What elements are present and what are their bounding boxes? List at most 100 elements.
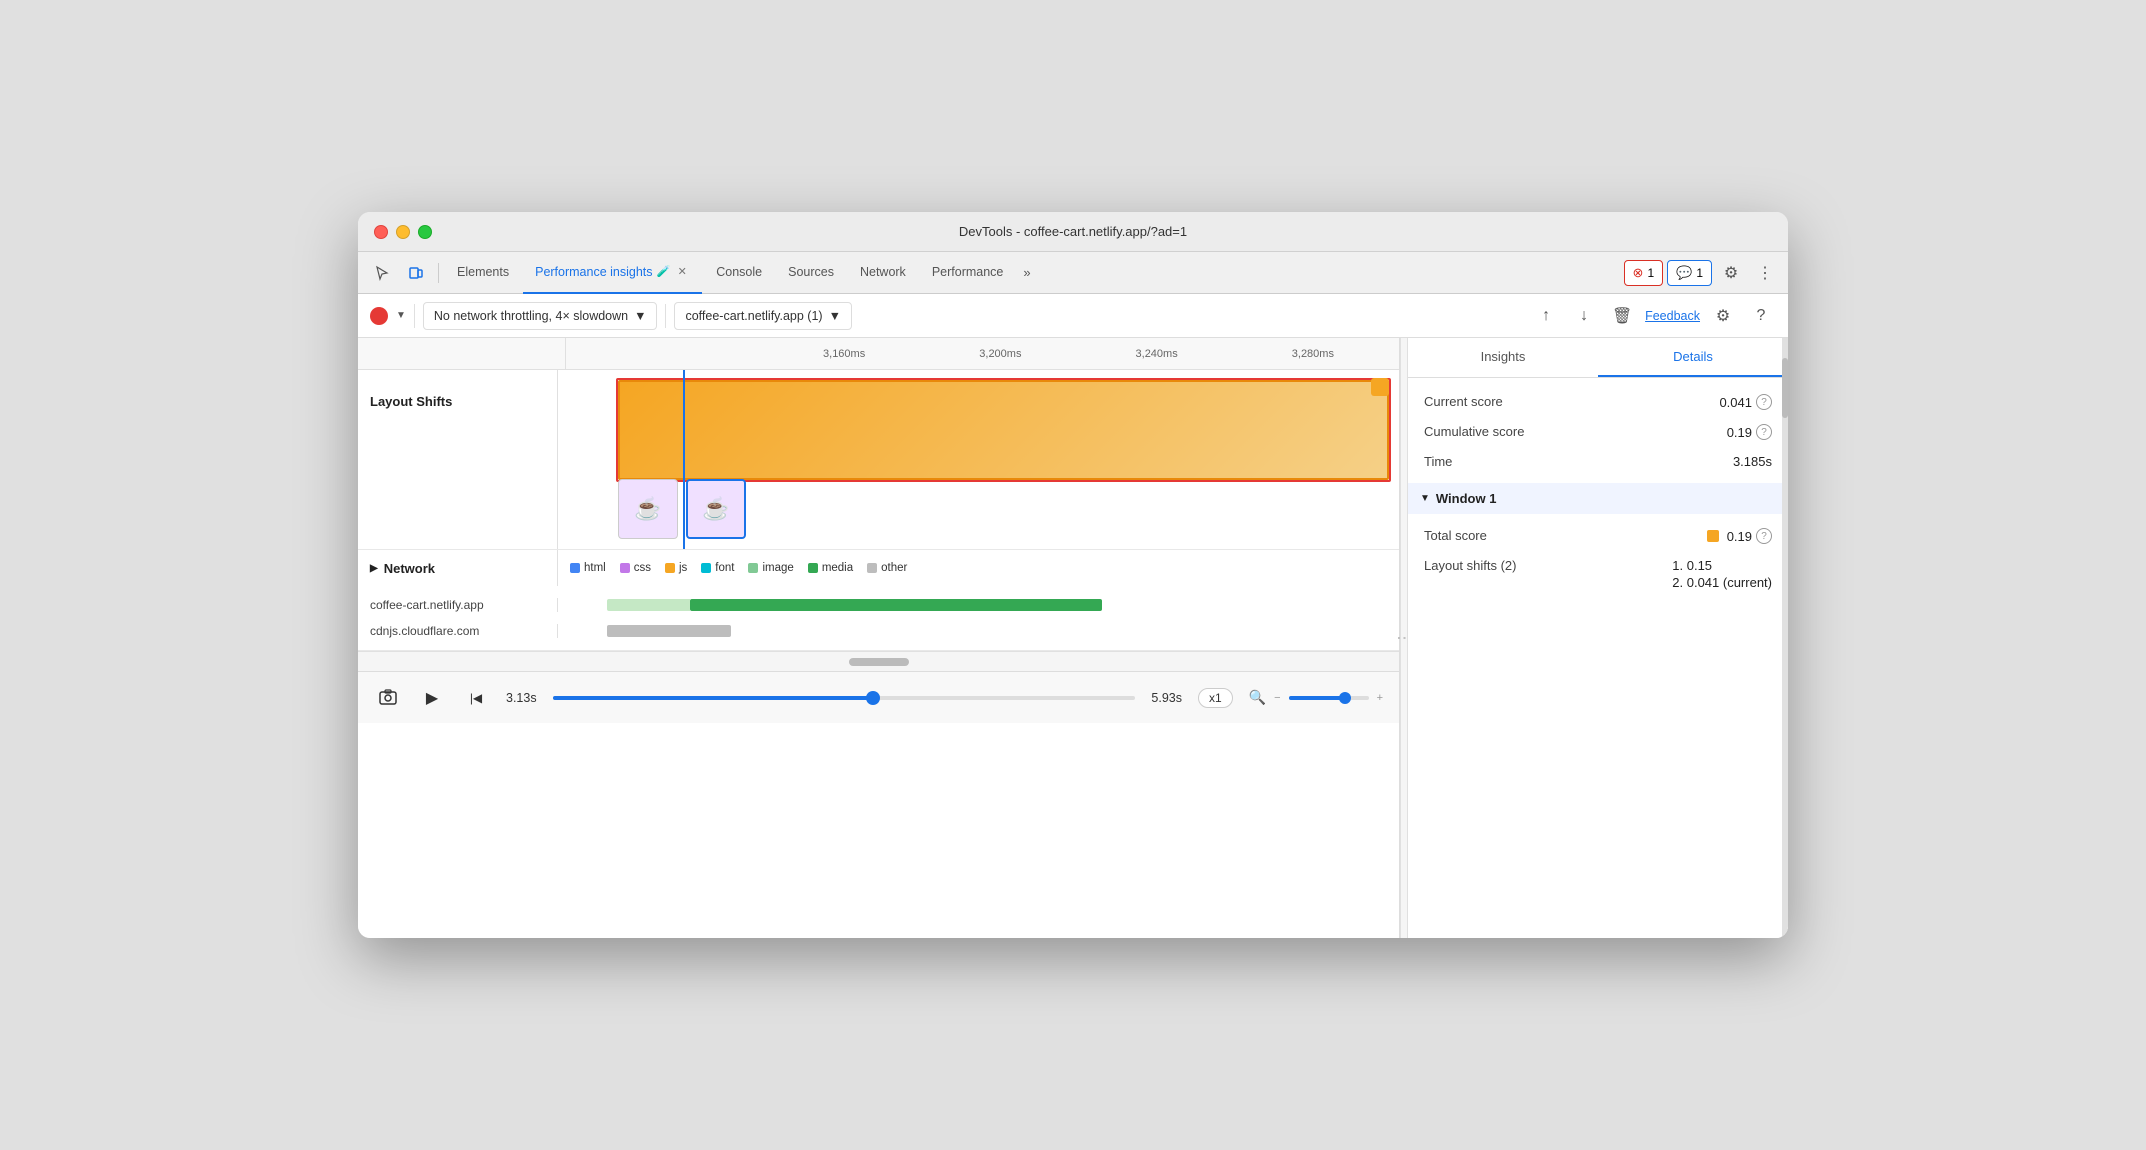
more-options-icon[interactable]: ⋮ <box>1750 258 1780 288</box>
tab-insights[interactable]: Insights <box>1408 338 1598 377</box>
network-collapse-icon[interactable]: ▶ <box>370 563 378 574</box>
network-bars-area: coffee-cart.netlify.app cdnjs.cloudflare… <box>358 586 1399 650</box>
timeline-bottom: ▶ |◀ 3.13s 5.93s x1 🔍 − + <box>358 671 1399 723</box>
feedback-link[interactable]: Feedback <box>1645 309 1700 323</box>
right-scrollbar-thumb[interactable] <box>1782 358 1788 418</box>
play-button[interactable]: ▶ <box>418 684 446 712</box>
right-tabs: Insights Details <box>1408 338 1788 378</box>
time-slider[interactable] <box>553 696 1136 700</box>
tab-console[interactable]: Console <box>704 252 774 294</box>
experiment-icon: 🧪 <box>657 265 671 278</box>
tab-elements[interactable]: Elements <box>445 252 521 294</box>
tab-close-button[interactable]: ✕ <box>674 264 690 280</box>
legend-dot-font <box>701 563 711 573</box>
cumulative-score-value: 0.19 ? <box>1727 424 1772 440</box>
net-bar-main-1 <box>690 599 1103 611</box>
current-score-info-icon[interactable]: ? <box>1756 394 1772 410</box>
record-button[interactable] <box>370 307 388 325</box>
speed-badge[interactable]: x1 <box>1198 688 1233 708</box>
delete-icon[interactable]: 🗑 <box>1607 301 1637 331</box>
ls-item-2: 2. 0.041 (current) <box>1672 575 1772 590</box>
upload-icon[interactable]: ↑ <box>1531 301 1561 331</box>
layout-shifts-chart[interactable]: ☕ ☕ <box>558 370 1399 549</box>
legend-dot-html <box>570 563 580 573</box>
more-tabs-button[interactable]: » <box>1017 265 1036 280</box>
tab-details[interactable]: Details <box>1598 338 1788 377</box>
zoom-out-icon[interactable]: 🔍 <box>1249 689 1266 706</box>
tab-bar: Elements Performance insights 🧪 ✕ Consol… <box>358 252 1788 294</box>
device-icon[interactable] <box>400 257 432 289</box>
net-bar-wrapper-2 <box>566 625 1391 637</box>
tab-performance[interactable]: Performance <box>920 252 1016 294</box>
total-score-info-icon[interactable]: ? <box>1756 528 1772 544</box>
main-content: 3,160ms 3,200ms 3,240ms 3,280ms Layout S… <box>358 338 1788 938</box>
network-domain-row-1: coffee-cart.netlify.app <box>358 594 1399 616</box>
time-slider-thumb[interactable] <box>866 691 880 705</box>
ls-item-1: 1. 0.15 <box>1672 558 1772 573</box>
domain-label-2: cdnjs.cloudflare.com <box>358 624 558 638</box>
start-button[interactable]: |◀ <box>462 684 490 712</box>
throttle-dropdown[interactable]: No network throttling, 4× slowdown ▼ <box>423 302 658 330</box>
toolbar-settings-icon[interactable]: ⚙ <box>1708 301 1738 331</box>
legend-other: other <box>867 562 907 574</box>
legend-media: media <box>808 562 853 574</box>
panel-resize-handle[interactable]: ⋮ <box>1400 338 1408 938</box>
zoom-slider-thumb[interactable] <box>1339 692 1351 704</box>
time-start-label: 3.13s <box>506 691 537 705</box>
legend-dot-css <box>620 563 630 573</box>
tab-bar-right: ⊗ 1 💬 1 ⚙ ⋮ <box>1624 258 1780 288</box>
help-icon[interactable]: ? <box>1746 301 1776 331</box>
layout-shifts-row: Layout Shifts ☕ <box>358 370 1399 550</box>
net-bar-wrapper-1 <box>566 599 1391 611</box>
cursor-icon[interactable] <box>366 257 398 289</box>
record-chevron-icon[interactable]: ▼ <box>396 310 406 321</box>
right-scrollbar[interactable] <box>1782 338 1788 938</box>
network-legend: html css js font <box>558 562 919 574</box>
net-bar-2 <box>607 625 731 637</box>
network-label: ▶ Network <box>358 550 558 586</box>
thumbnail-1[interactable]: ☕ <box>618 479 678 539</box>
toolbar: ▼ No network throttling, 4× slowdown ▼ c… <box>358 294 1788 338</box>
window-title: DevTools - coffee-cart.netlify.app/?ad=1 <box>959 224 1187 239</box>
vertical-line <box>683 370 685 549</box>
zoom-slider[interactable] <box>1289 696 1369 700</box>
tab-network[interactable]: Network <box>848 252 918 294</box>
close-button[interactable] <box>374 225 388 239</box>
devtools-window: DevTools - coffee-cart.netlify.app/?ad=1… <box>358 212 1788 938</box>
cumulative-score-info-icon[interactable]: ? <box>1756 424 1772 440</box>
network-row: ▶ Network html css <box>358 550 1399 651</box>
throttle-chevron-icon: ▼ <box>634 309 646 323</box>
settings-icon-button[interactable]: ⚙ <box>1716 258 1746 288</box>
maximize-button[interactable] <box>418 225 432 239</box>
thumb-icon-2: ☕ <box>702 496 729 522</box>
shift-block-orange <box>618 380 1389 480</box>
tab-sources[interactable]: Sources <box>776 252 846 294</box>
error-count: 1 <box>1647 266 1654 280</box>
zoom-plus-icon: + <box>1377 692 1383 704</box>
tab-performance-insights[interactable]: Performance insights 🧪 ✕ <box>523 252 702 294</box>
download-icon[interactable]: ↓ <box>1569 301 1599 331</box>
total-score-value: 0.19 ? <box>1707 528 1772 544</box>
thumbnail-2[interactable]: ☕ <box>686 479 746 539</box>
thumb-icon-1: ☕ <box>634 496 661 522</box>
timeline-header: 3,160ms 3,200ms 3,240ms 3,280ms <box>358 338 1399 370</box>
error-badge[interactable]: ⊗ 1 <box>1624 260 1664 286</box>
time-detail-value: 3.185s <box>1733 454 1772 469</box>
time-end-label: 5.93s <box>1151 691 1182 705</box>
legend-dot-image <box>748 563 758 573</box>
info-badge[interactable]: 💬 1 <box>1667 260 1712 286</box>
cumulative-score-label: Cumulative score <box>1424 424 1524 439</box>
toolbar-right: ↑ ↓ 🗑 Feedback ⚙ ? <box>1531 301 1776 331</box>
screenshot-icon[interactable] <box>374 684 402 712</box>
scrollbar-thumb[interactable] <box>849 658 909 666</box>
url-dropdown[interactable]: coffee-cart.netlify.app (1) ▼ <box>674 302 851 330</box>
left-panel: 3,160ms 3,200ms 3,240ms 3,280ms Layout S… <box>358 338 1400 938</box>
traffic-lights <box>374 225 432 239</box>
zoom-minus-icon: − <box>1274 692 1280 704</box>
layout-shifts-detail-label: Layout shifts (2) <box>1424 558 1517 573</box>
window-section-header[interactable]: ▼ Window 1 <box>1408 483 1788 514</box>
total-score-color-indicator <box>1707 530 1719 542</box>
scrollbar-area[interactable] <box>358 651 1399 671</box>
window-section-chevron: ▼ <box>1420 493 1430 504</box>
minimize-button[interactable] <box>396 225 410 239</box>
